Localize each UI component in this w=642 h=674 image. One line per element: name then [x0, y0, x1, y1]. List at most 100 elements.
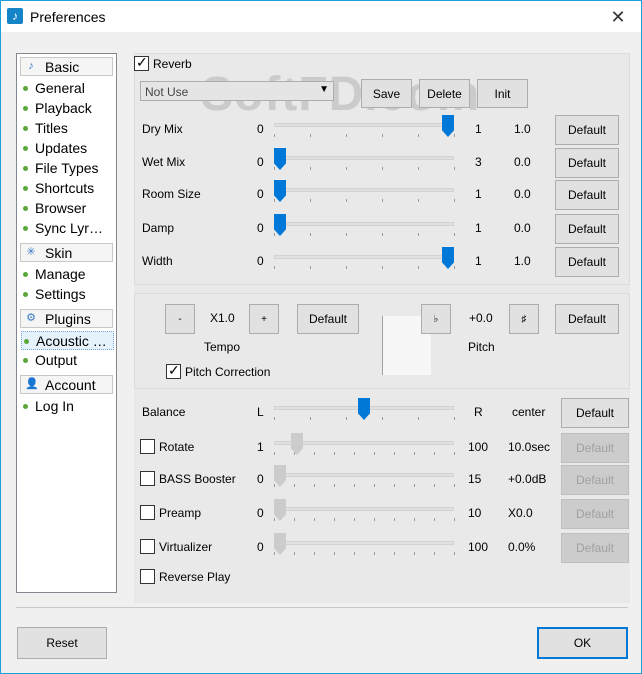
- tempo-value: X1.0: [210, 311, 235, 325]
- effect-slider-track[interactable]: [274, 473, 454, 477]
- pitch-sharp-button[interactable]: ♯: [509, 304, 539, 334]
- sidebar-item[interactable]: Settings: [21, 285, 114, 304]
- slider-track[interactable]: [274, 123, 454, 127]
- slider-track[interactable]: [274, 188, 454, 192]
- slider-track[interactable]: [274, 255, 454, 259]
- slider-tick: [310, 233, 311, 236]
- sidebar-group-plugins[interactable]: ⚙ Plugins: [20, 309, 113, 328]
- slider-min: 0: [257, 221, 264, 235]
- sidebar-item-label: General: [35, 80, 85, 96]
- sidebar-item[interactable]: General: [21, 79, 114, 98]
- tempo-decrease-button[interactable]: -: [165, 304, 195, 334]
- effect-slider-track[interactable]: [274, 541, 454, 545]
- slider-tick: [394, 452, 395, 455]
- effect-default-button[interactable]: Default: [561, 533, 629, 563]
- slider-ticks: [274, 167, 455, 171]
- init-preset-button[interactable]: Init: [477, 79, 528, 108]
- slider-tick: [274, 233, 275, 236]
- bullet-icon: [24, 339, 29, 344]
- pitch-default-button[interactable]: Default: [555, 304, 619, 334]
- tempo-default-button[interactable]: Default: [297, 304, 359, 334]
- slider-tick: [394, 552, 395, 555]
- sidebar-group-label: Skin: [45, 245, 73, 261]
- slider-tick: [314, 552, 315, 555]
- slider-value: 1.0: [514, 254, 531, 268]
- reverb-preset-dropdown[interactable]: Not Use ▼: [140, 81, 334, 101]
- sidebar-item[interactable]: Updates: [21, 139, 114, 158]
- effect-min: 0: [257, 506, 264, 520]
- tempo-increase-button[interactable]: +: [249, 304, 279, 334]
- slider-default-button[interactable]: Default: [555, 247, 619, 277]
- slider-tick: [454, 452, 455, 455]
- slider-tick: [382, 233, 383, 236]
- slider-default-button[interactable]: Default: [555, 115, 619, 145]
- bullet-icon: [23, 146, 28, 151]
- slider-min: 0: [257, 254, 264, 268]
- pitch-label: Pitch: [468, 340, 495, 354]
- slider-default-button[interactable]: Default: [555, 148, 619, 178]
- sparkle-icon: ✳: [26, 246, 36, 258]
- effect-max: 100: [468, 540, 489, 554]
- sidebar-item[interactable]: File Types: [21, 159, 114, 178]
- sidebar-item[interactable]: Shortcuts: [21, 179, 114, 198]
- effect-min: 0: [257, 540, 264, 554]
- slider-track[interactable]: [274, 156, 454, 160]
- footer-divider: [16, 607, 628, 608]
- slider-tick: [418, 134, 419, 137]
- gear-icon: ⚙: [26, 312, 36, 324]
- pitch-correction-checkbox[interactable]: [166, 362, 181, 379]
- slider-default-button[interactable]: Default: [555, 180, 619, 210]
- effect-default-button[interactable]: Default: [561, 499, 629, 529]
- slider-tick: [382, 199, 383, 202]
- preferences-window: ♪ Preferences ✕ ♪ Basic General Playback Tit…: [0, 0, 642, 674]
- slider-tick: [294, 552, 295, 555]
- title-bar: ♪ Preferences ✕: [1, 1, 641, 32]
- effect-checkbox[interactable]: [140, 471, 155, 486]
- sidebar-group-basic[interactable]: ♪ Basic: [20, 57, 113, 76]
- slider-tick: [294, 484, 295, 487]
- sidebar-item[interactable]: Titles: [21, 119, 114, 138]
- effect-checkbox[interactable]: [140, 439, 155, 454]
- effect-slider-track[interactable]: [274, 507, 454, 511]
- sidebar-item[interactable]: Output: [21, 351, 114, 370]
- sidebar-item-label: Log In: [35, 398, 74, 414]
- slider-track[interactable]: [274, 222, 454, 226]
- sidebar-item-label: Browser: [35, 200, 87, 216]
- effect-name: Rotate: [159, 440, 195, 454]
- reset-button[interactable]: Reset: [17, 627, 107, 659]
- effect-checkbox[interactable]: [140, 505, 155, 520]
- slider-tick: [354, 452, 355, 455]
- balance-default-button[interactable]: Default: [561, 398, 629, 428]
- slider-tick: [334, 552, 335, 555]
- slider-default-button[interactable]: Default: [555, 214, 619, 244]
- slider-name: Dry Mix: [142, 122, 183, 136]
- ok-button[interactable]: OK: [537, 627, 628, 659]
- bullet-icon: [23, 86, 28, 91]
- reverb-checkbox[interactable]: [134, 54, 149, 71]
- save-preset-button[interactable]: Save: [361, 79, 412, 108]
- sidebar-item[interactable]: Sync Lyr…: [21, 219, 114, 238]
- close-icon[interactable]: ✕: [607, 6, 629, 28]
- effect-default-button[interactable]: Default: [561, 433, 629, 463]
- sidebar-group-skin[interactable]: ✳ Skin: [20, 243, 113, 262]
- slider-max: 1: [475, 122, 482, 136]
- slider-tick: [310, 266, 311, 269]
- slider-tick: [274, 134, 275, 137]
- slider-tick: [382, 266, 383, 269]
- reverse-play-checkbox[interactable]: [140, 569, 155, 584]
- sidebar-item[interactable]: Acoustic …: [21, 331, 114, 350]
- slider-tick: [418, 266, 419, 269]
- delete-preset-button[interactable]: Delete: [419, 79, 470, 108]
- effect-default-button[interactable]: Default: [561, 465, 629, 495]
- sidebar-group-account[interactable]: 👤 Account: [20, 375, 113, 394]
- sidebar-item[interactable]: Playback: [21, 99, 114, 118]
- effect-max: 100: [468, 440, 489, 454]
- sidebar-item[interactable]: Manage: [21, 265, 114, 284]
- sidebar-item[interactable]: Browser: [21, 199, 114, 218]
- slider-tick: [346, 417, 347, 420]
- slider-tick: [418, 199, 419, 202]
- pitch-flat-button[interactable]: ♭: [421, 304, 451, 334]
- sidebar-item[interactable]: Log In: [21, 397, 114, 416]
- effect-checkbox[interactable]: [140, 539, 155, 554]
- slider-min: 0: [257, 122, 264, 136]
